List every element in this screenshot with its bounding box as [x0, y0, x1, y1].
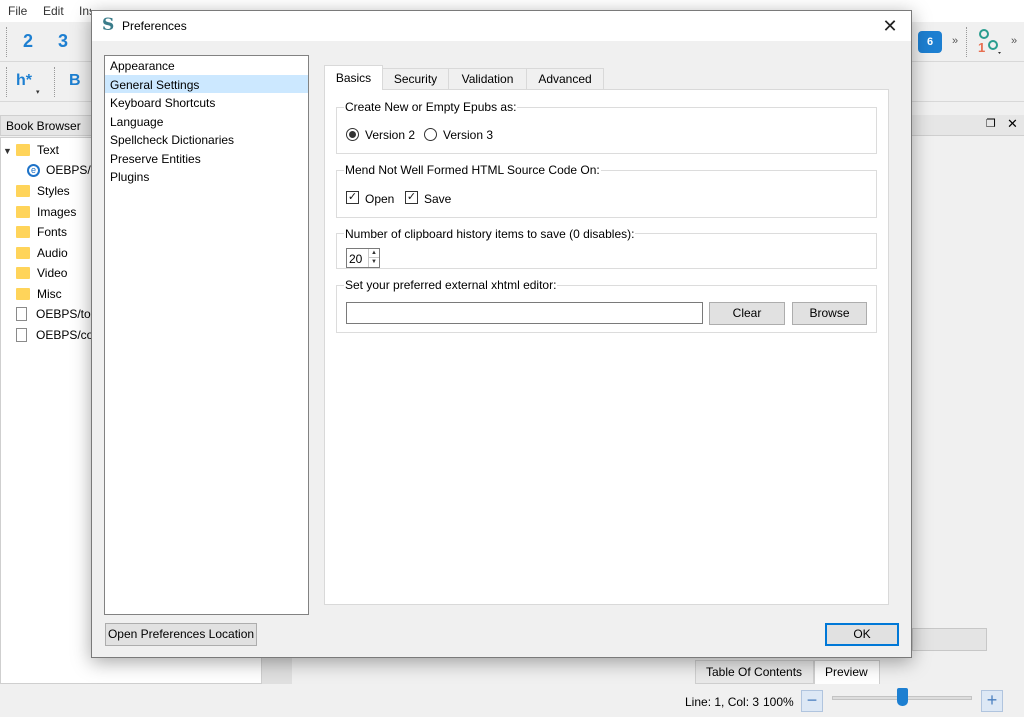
tree-item-styles[interactable]: Styles [16, 181, 70, 201]
zoom-slider-thumb[interactable] [896, 688, 908, 706]
version3-radio[interactable] [424, 128, 437, 141]
heading3-button[interactable]: 3 [52, 28, 74, 54]
html-file-icon: e [27, 163, 40, 177]
folder-icon [16, 206, 30, 218]
category-appearance[interactable]: Appearance [105, 56, 308, 75]
tab-security[interactable]: Security [382, 68, 449, 90]
clipboard-history-value[interactable]: 20 [349, 252, 362, 266]
version2-radio[interactable] [346, 128, 359, 141]
mend-html-group-title: Mend Not Well Formed HTML Source Code On… [344, 163, 601, 177]
category-plugins[interactable]: Plugins [105, 167, 308, 186]
file-icon [16, 307, 27, 321]
external-editor-input[interactable] [346, 302, 703, 324]
folder-icon [16, 226, 30, 238]
toolbar-overflow-icon[interactable]: » [1011, 35, 1017, 47]
dialog-title: Preferences [122, 19, 187, 33]
status-bar: Line: 1, Col: 3 100% [0, 684, 1024, 717]
zoom-in-button[interactable]: + [981, 690, 1003, 712]
epub-version-group [336, 107, 877, 154]
tree-item-misc[interactable]: Misc [16, 284, 62, 304]
tree-item-content[interactable]: OEBPS/co [16, 325, 93, 345]
category-list[interactable]: Appearance General Settings Keyboard Sho… [104, 55, 309, 615]
clipboard-history-group-title: Number of clipboard history items to sav… [344, 227, 636, 241]
category-language[interactable]: Language [105, 112, 308, 131]
preferences-dialog: S Preferences ✕ Appearance General Setti… [91, 10, 912, 658]
tree-item-video[interactable]: Video [16, 263, 67, 283]
zoom-level: 100% [763, 695, 794, 709]
tree-item-text[interactable]: Text [16, 140, 59, 160]
file-icon [16, 328, 27, 342]
spin-up-icon[interactable]: ▲ [369, 249, 379, 258]
sigil-app-icon: S [102, 15, 115, 35]
dropdown-arrow-icon: ▾ [36, 89, 40, 96]
toolbar-separator [6, 27, 8, 57]
tree-expand-icon[interactable]: ▼ [3, 146, 12, 156]
clear-button[interactable]: Clear [709, 302, 785, 325]
heading2-button[interactable]: 2 [17, 28, 39, 54]
tab-table-of-contents[interactable]: Table Of Contents [695, 660, 814, 684]
zoom-out-button[interactable]: − [801, 690, 823, 712]
open-label: Open [365, 192, 395, 206]
menu-insert[interactable]: Insert [79, 4, 91, 18]
save-label: Save [424, 192, 452, 206]
folder-icon [16, 288, 30, 300]
save-checkbox[interactable]: ✓ [405, 191, 418, 204]
tree-item-audio[interactable]: Audio [16, 243, 68, 263]
version2-label: Version 2 [365, 128, 416, 142]
tab-advanced[interactable]: Advanced [526, 68, 604, 90]
plugin-icon[interactable]: 6 [918, 31, 942, 53]
menu-file[interactable]: File [8, 4, 27, 18]
right-panel-header: ❐ ✕ [912, 115, 1024, 136]
bold-button[interactable]: B [69, 72, 81, 90]
version3-label: Version 3 [443, 128, 494, 142]
ok-button[interactable]: OK [825, 623, 899, 646]
tab-basics[interactable]: Basics [324, 65, 383, 90]
float-panel-icon[interactable]: ❐ [986, 117, 996, 130]
background-field [912, 628, 987, 651]
tree-item-images[interactable]: Images [16, 202, 76, 222]
editor-gutter [262, 658, 292, 684]
folder-icon [16, 185, 30, 197]
folder-icon [16, 267, 30, 279]
open-preferences-location-button[interactable]: Open Preferences Location [105, 623, 257, 646]
toolbar-separator [966, 27, 968, 57]
menu-edit[interactable]: Edit [43, 4, 64, 18]
dialog-titlebar[interactable]: S Preferences ✕ [92, 11, 911, 41]
toolbar-overflow-icon[interactable]: » [952, 35, 958, 47]
category-preserve-entities[interactable]: Preserve Entities [105, 149, 308, 168]
category-keyboard-shortcuts[interactable]: Keyboard Shortcuts [105, 93, 308, 112]
folder-icon [16, 144, 30, 156]
tree-item-toc[interactable]: OEBPS/toc [16, 304, 97, 324]
svg-text:1: 1 [978, 40, 985, 55]
spinbox-buttons: ▲ ▼ [368, 249, 379, 267]
category-spellcheck-dictionaries[interactable]: Spellcheck Dictionaries [105, 130, 308, 149]
list-numbering-icon[interactable]: 1 [976, 28, 1004, 56]
tab-preview[interactable]: Preview [814, 660, 880, 684]
browse-button[interactable]: Browse [792, 302, 867, 325]
external-editor-group-title: Set your preferred external xhtml editor… [344, 278, 558, 292]
toolbar-separator [54, 67, 56, 97]
cursor-position: Line: 1, Col: 3 [685, 695, 760, 709]
open-checkbox[interactable]: ✓ [346, 191, 359, 204]
spin-down-icon[interactable]: ▼ [369, 258, 379, 267]
close-icon[interactable]: ✕ [877, 13, 903, 39]
tab-validation[interactable]: Validation [448, 68, 527, 90]
heading-menu-button[interactable]: h* [16, 72, 32, 90]
close-panel-icon[interactable]: ✕ [1007, 116, 1018, 132]
epub-version-group-title: Create New or Empty Epubs as: [344, 100, 518, 114]
tree-item-html-file[interactable]: e OEBPS/T [27, 160, 98, 180]
toolbar-separator [6, 67, 8, 97]
clipboard-history-spinbox[interactable]: 20 ▲ ▼ [346, 248, 380, 268]
category-general-settings[interactable]: General Settings [105, 74, 308, 93]
folder-icon [16, 247, 30, 259]
tree-item-fonts[interactable]: Fonts [16, 222, 67, 242]
